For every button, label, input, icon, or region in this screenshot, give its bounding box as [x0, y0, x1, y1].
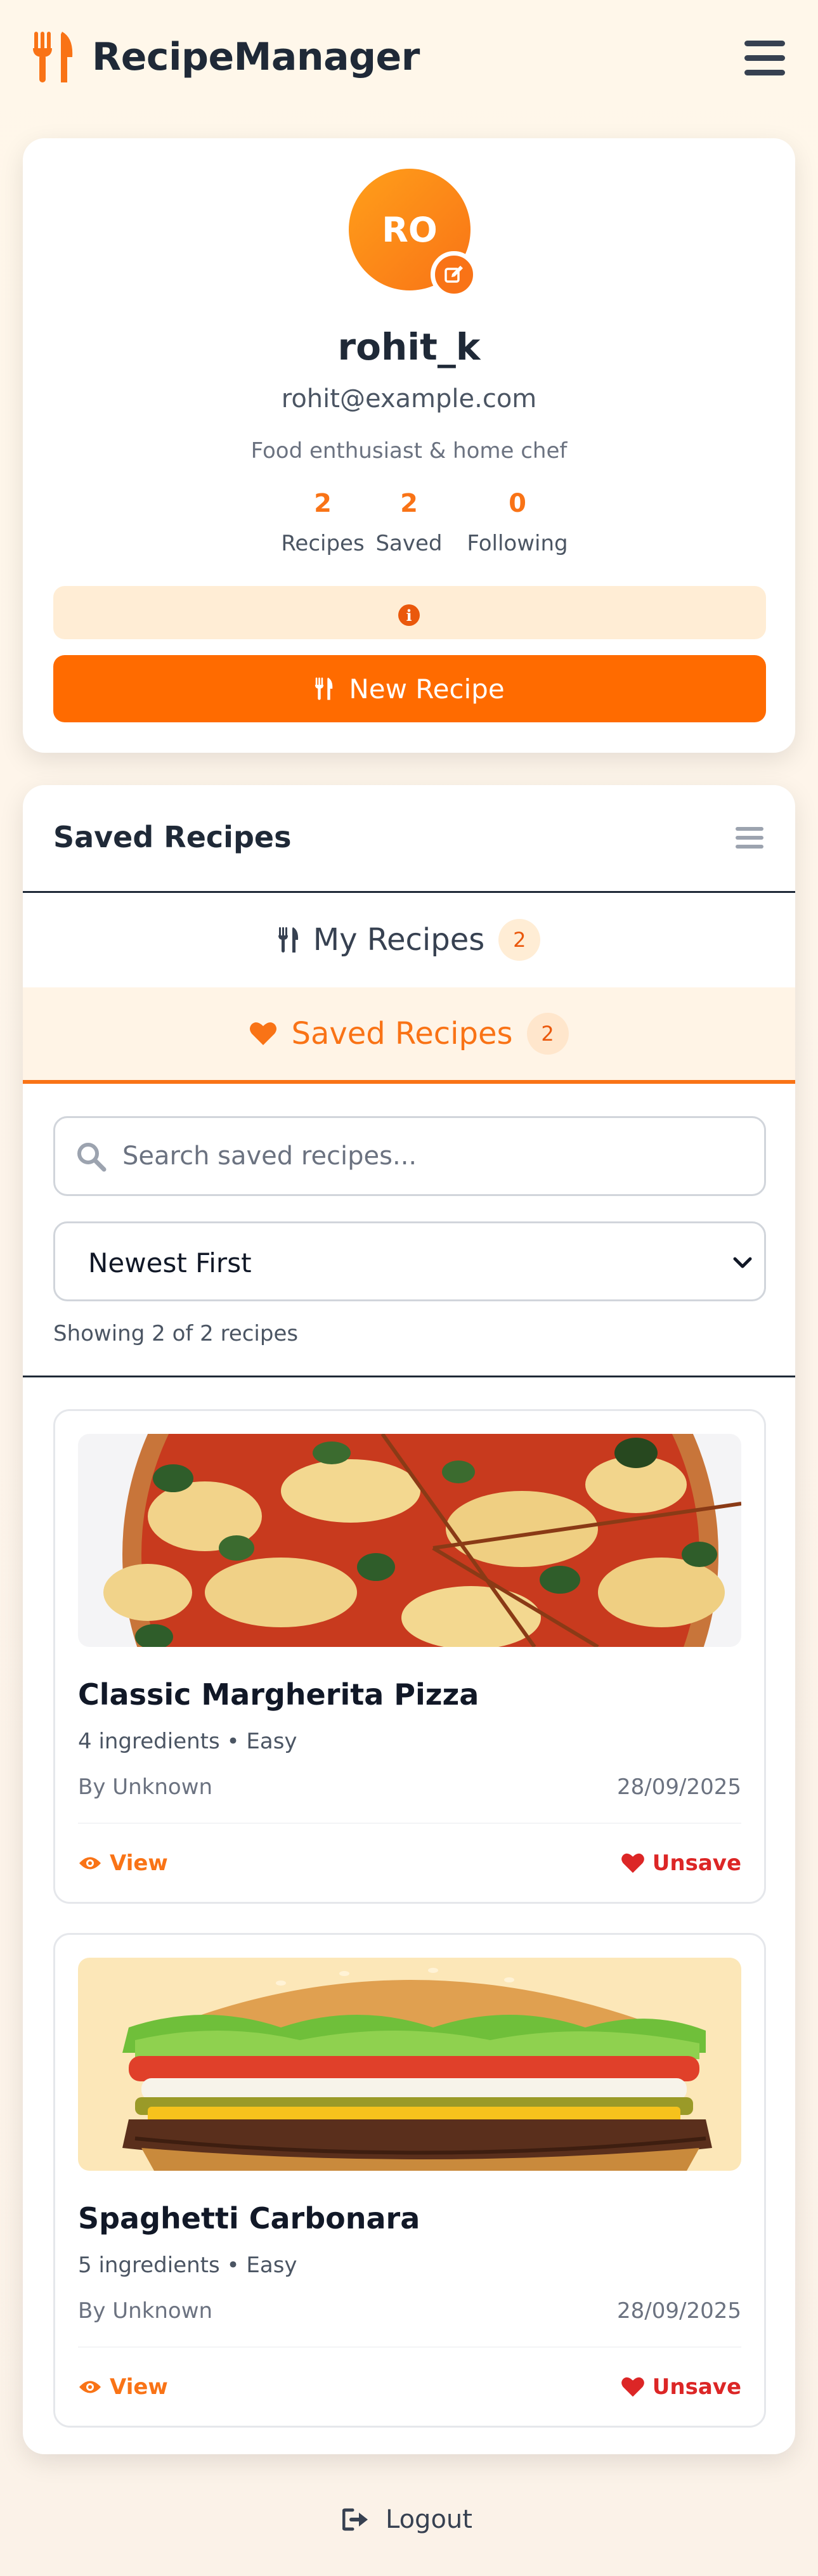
chevron-down-icon	[733, 1257, 752, 1268]
results-count: Showing 2 of 2 recipes	[53, 1321, 299, 1346]
heart-icon	[621, 2377, 644, 2397]
section-title: Saved Recipes	[53, 820, 292, 854]
recipe-author: By Unknown	[78, 2298, 213, 2324]
divider	[23, 1376, 795, 1377]
recipe-author: By Unknown	[78, 1774, 213, 1800]
sort-selected-value: Newest First	[88, 1247, 252, 1278]
profile-username: rohit_k	[337, 325, 481, 368]
recipe-card[interactable]: Classic Margherita Pizza 4 ingredients •…	[53, 1409, 766, 1904]
utensils-icon	[278, 927, 298, 953]
view-button[interactable]: View	[78, 2374, 168, 2400]
tab-my-recipes[interactable]: My Recipes 2	[23, 893, 795, 987]
search-icon	[77, 1143, 107, 1172]
tab-saved-recipes[interactable]: Saved Recipes 2	[23, 987, 795, 1084]
divider	[78, 2346, 741, 2348]
logout-label: Logout	[386, 2505, 472, 2534]
eye-icon	[79, 1857, 101, 1870]
profile-card: RO rohit_k rohit@example.com Food enthus…	[23, 138, 795, 753]
unsave-button[interactable]: Unsave	[621, 2374, 741, 2400]
brand-title[interactable]: RecipeManager	[92, 35, 420, 79]
profile-email: rohit@example.com	[281, 384, 537, 413]
hamburger-menu-icon[interactable]	[743, 39, 786, 76]
stat-value: 2	[400, 489, 418, 518]
recipe-card[interactable]: Spaghetti Carbonara 5 ingredients • Easy…	[53, 1933, 766, 2428]
stat-label: Saved	[375, 531, 443, 556]
recipe-date: 28/09/2025	[617, 1774, 741, 1800]
stat-value: 0	[509, 489, 526, 518]
recipe-title[interactable]: Spaghetti Carbonara	[78, 2201, 420, 2235]
tab-label: Saved Recipes	[291, 1016, 513, 1051]
stat-saved[interactable]: 2 Saved	[364, 489, 454, 556]
recipes-panel: Saved Recipes My Recipes 2 Saved Recipes…	[23, 785, 795, 2454]
search-field[interactable]	[53, 1116, 766, 1196]
divider	[78, 1823, 741, 1824]
burger-image	[78, 1958, 741, 2171]
sort-select[interactable]: Newest First	[53, 1221, 766, 1301]
view-button[interactable]: View	[78, 1851, 168, 1876]
utensils-icon	[315, 677, 333, 700]
count-badge: 2	[526, 1013, 569, 1055]
unsave-label: Unsave	[652, 2374, 741, 2400]
stat-following[interactable]: 0 Following	[454, 489, 581, 556]
recipe-title[interactable]: Classic Margherita Pizza	[78, 1677, 479, 1712]
section-menu-icon[interactable]	[736, 826, 763, 850]
recipe-meta: 4 ingredients • Easy	[78, 1729, 297, 1754]
recipe-image-burger[interactable]	[78, 1958, 741, 2171]
sign-out-icon	[342, 2508, 368, 2531]
tab-label: My Recipes	[313, 922, 485, 958]
app-header: RecipeManager	[0, 0, 818, 118]
eye-icon	[79, 2381, 101, 2393]
stat-label: Following	[467, 531, 568, 556]
unsave-label: Unsave	[652, 1851, 741, 1876]
edit-icon	[445, 266, 463, 283]
heart-icon	[250, 1022, 277, 1045]
info-icon: i	[398, 604, 420, 626]
unsave-button[interactable]: Unsave	[621, 1851, 741, 1876]
new-recipe-button[interactable]: New Recipe	[53, 655, 766, 722]
view-label: View	[110, 1851, 168, 1876]
count-badge: 2	[498, 919, 541, 961]
logout-button[interactable]: Logout	[342, 2505, 472, 2534]
utensils-icon	[33, 32, 73, 82]
pizza-image	[78, 1434, 741, 1647]
recipe-meta: 5 ingredients • Easy	[78, 2253, 297, 2278]
edit-avatar-button[interactable]	[431, 251, 477, 298]
recipe-date: 28/09/2025	[617, 2298, 741, 2324]
profile-bio: Food enthusiast & home chef	[250, 438, 568, 464]
search-input[interactable]	[122, 1118, 750, 1194]
new-recipe-label: New Recipe	[349, 673, 505, 705]
recipe-image-pizza[interactable]	[78, 1434, 741, 1647]
view-label: View	[110, 2374, 168, 2400]
heart-icon	[621, 1853, 644, 1873]
